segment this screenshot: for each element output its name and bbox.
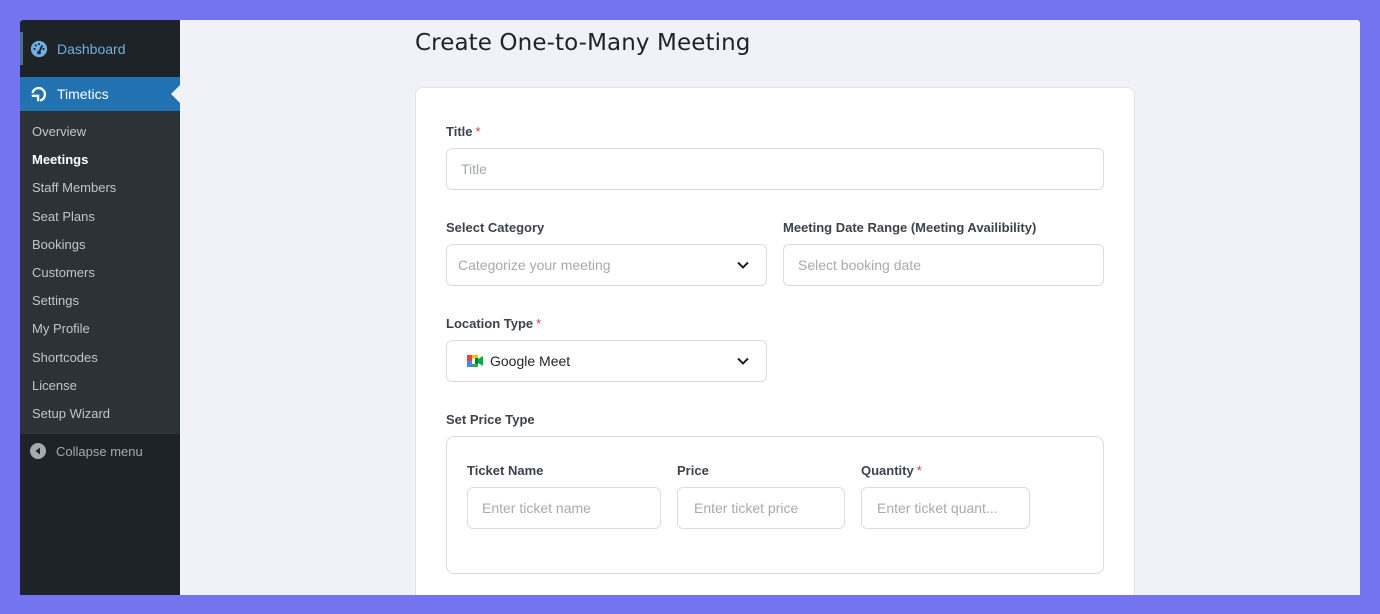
meeting-form-card: Title * Title Select Category Categorize … <box>415 87 1135 595</box>
date-range-input[interactable]: Select booking date <box>783 244 1104 286</box>
sidebar-item-label: Dashboard <box>57 40 126 57</box>
submenu-item-shortcodes[interactable]: Shortcodes <box>20 344 180 372</box>
location-type-label: Location Type * <box>446 316 541 331</box>
price-label: Price <box>677 463 709 478</box>
sidebar-item-dashboard[interactable]: Dashboard <box>20 20 180 77</box>
category-select[interactable]: Categorize your meeting <box>446 244 767 286</box>
collapse-arrow-icon <box>30 443 46 460</box>
submenu-item-meetings[interactable]: Meetings <box>20 146 180 174</box>
title-label-text: Title <box>446 124 473 139</box>
quantity-label: Quantity * <box>861 463 922 478</box>
active-notch <box>171 85 180 103</box>
ticket-price-input[interactable]: Enter ticket price <box>677 487 845 529</box>
ticket-name-placeholder: Enter ticket name <box>482 500 591 516</box>
submenu-item-setup-wizard[interactable]: Setup Wizard <box>20 400 180 428</box>
submenu-item-customers[interactable]: Customers <box>20 259 180 287</box>
required-mark: * <box>475 124 481 139</box>
submenu-item-bookings[interactable]: Bookings <box>20 231 180 259</box>
ticket-name-label: Ticket Name <box>467 463 544 478</box>
title-placeholder: Title <box>461 161 487 177</box>
submenu-item-license[interactable]: License <box>20 372 180 400</box>
required-mark: * <box>916 463 922 478</box>
submenu-item-overview[interactable]: Overview <box>20 118 180 146</box>
ticket-quantity-input[interactable]: Enter ticket quant... <box>861 487 1030 529</box>
submenu-item-my-profile[interactable]: My Profile <box>20 315 180 343</box>
page-title: Create One-to-Many Meeting <box>415 30 751 56</box>
collapse-menu-label: Collapse menu <box>56 443 143 459</box>
date-range-placeholder: Select booking date <box>798 257 921 273</box>
ticket-quantity-placeholder: Enter ticket quant... <box>877 500 998 516</box>
category-label: Select Category <box>446 220 545 235</box>
hover-indicator <box>20 32 23 65</box>
main-content: Create One-to-Many Meeting Title * Title … <box>180 20 1360 595</box>
chevron-down-icon <box>737 357 749 365</box>
title-label: Title * <box>446 124 481 139</box>
chevron-down-icon <box>737 261 749 269</box>
ticket-name-input[interactable]: Enter ticket name <box>467 487 661 529</box>
price-type-label: Set Price Type <box>446 412 535 427</box>
app-window: Dashboard Timetics Overview Meetings Sta… <box>20 20 1360 595</box>
google-meet-icon <box>467 355 483 367</box>
submenu-item-settings[interactable]: Settings <box>20 287 180 315</box>
required-mark: * <box>536 316 542 331</box>
location-type-select[interactable]: Google Meet <box>446 340 767 382</box>
timetics-logo-icon <box>31 86 47 102</box>
submenu-item-seat-plans[interactable]: Seat Plans <box>20 203 180 231</box>
sidebar-item-timetics[interactable]: Timetics <box>20 77 180 111</box>
dashboard-gauge-icon <box>30 40 48 57</box>
admin-sidebar: Dashboard Timetics Overview Meetings Sta… <box>20 20 180 595</box>
submenu-item-staff-members[interactable]: Staff Members <box>20 174 180 202</box>
sidebar-item-label: Timetics <box>57 86 109 102</box>
price-type-box: Ticket Name Enter ticket name Price Ente… <box>446 436 1104 574</box>
category-placeholder: Categorize your meeting <box>458 257 611 273</box>
location-type-label-text: Location Type <box>446 316 534 331</box>
quantity-label-text: Quantity <box>861 463 914 478</box>
submenu: Overview Meetings Staff Members Seat Pla… <box>20 111 180 435</box>
ticket-price-placeholder: Enter ticket price <box>694 500 799 516</box>
title-input[interactable]: Title <box>446 148 1104 190</box>
date-range-label: Meeting Date Range (Meeting Availibility… <box>783 220 1037 235</box>
collapse-menu-button[interactable]: Collapse menu <box>20 434 180 468</box>
location-type-value: Google Meet <box>490 353 571 369</box>
